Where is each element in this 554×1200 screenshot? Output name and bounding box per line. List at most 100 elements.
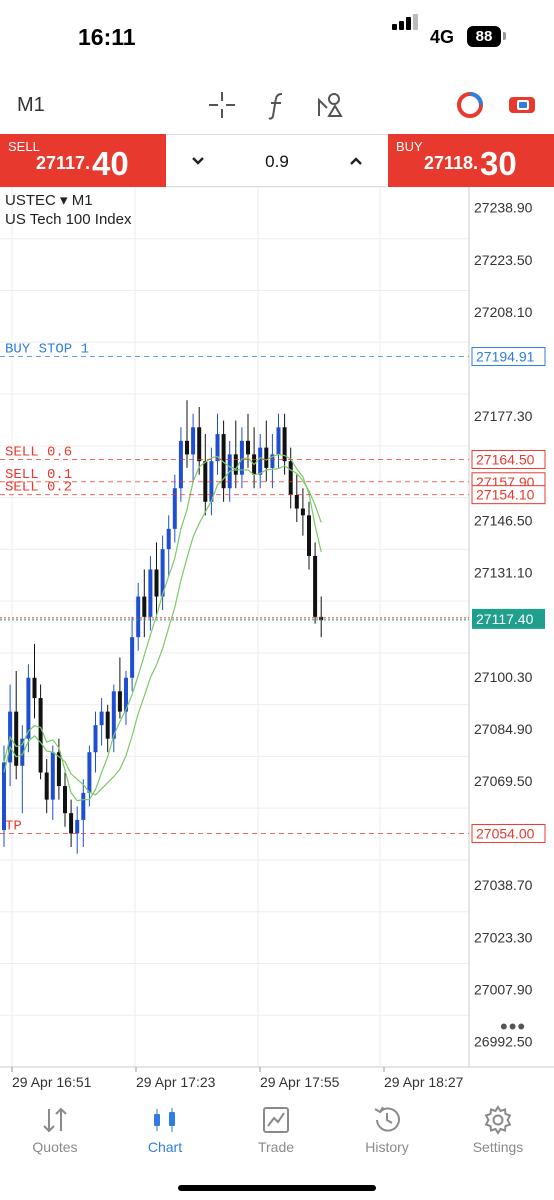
settings-icon	[484, 1105, 512, 1135]
tab-label: Quotes	[32, 1139, 78, 1155]
candle-body	[148, 569, 153, 617]
function-icon[interactable]	[261, 88, 295, 122]
candle-body	[99, 711, 104, 726]
order-price-tag-label: 27054.00	[476, 825, 535, 841]
candle-body	[50, 752, 55, 800]
current-price-label: 27117.40	[476, 611, 534, 627]
tab-history[interactable]: History	[332, 1097, 442, 1167]
sell-price-main: 27117.	[36, 153, 91, 173]
candle-body	[246, 440, 250, 455]
price-axis-label: 27238.90	[474, 200, 533, 216]
candle-body	[154, 569, 159, 597]
tab-label: History	[365, 1139, 409, 1155]
candle-body	[197, 427, 202, 462]
time-axis-label: 29 Apr 16:51	[12, 1074, 92, 1090]
status-bar: 16:11 4G 88	[0, 0, 554, 80]
order-line-label: SELL 0.6	[5, 444, 72, 460]
candle-body	[136, 596, 141, 638]
buy-price-main: 27118.	[424, 153, 479, 173]
more-icon[interactable]: •••	[500, 1014, 526, 1040]
network-type: 4G	[430, 27, 455, 47]
price-axis-label: 27084.90	[474, 721, 533, 737]
order-line-label: TP	[5, 818, 22, 834]
price-axis-label: 27131.10	[474, 565, 533, 581]
buy-price-pips: 30	[480, 145, 517, 182]
volume-selector: 0.9	[166, 134, 388, 187]
trade-icon	[263, 1107, 289, 1133]
price-axis-label: 27208.10	[474, 304, 533, 320]
candle-body	[69, 813, 74, 834]
candle-body	[203, 461, 208, 502]
chart-icon	[154, 1108, 175, 1132]
battery-tip	[503, 32, 506, 40]
order-line-label: SELL 0.2	[5, 480, 72, 496]
moving-average-line	[3, 453, 322, 802]
quotes-icon	[43, 1107, 67, 1133]
price-axis-label: 27069.50	[474, 773, 533, 789]
quick-trade-icon[interactable]	[505, 88, 539, 122]
candle-body	[294, 495, 299, 509]
order-line-label: BUY STOP 1	[5, 342, 89, 358]
symbol-description: US Tech 100 Index	[5, 211, 132, 228]
price-axis-label: 27100.30	[474, 669, 533, 685]
tab-trade[interactable]: Trade	[221, 1097, 331, 1167]
trade-toggle-icon[interactable]	[453, 88, 487, 122]
timeframe-button[interactable]: M1	[17, 94, 45, 117]
buy-label: BUY	[396, 139, 423, 154]
moving-average-line	[3, 465, 322, 796]
price-axis-label: 27146.50	[474, 512, 533, 528]
candle-body	[288, 461, 293, 495]
battery-icon: 88	[467, 26, 501, 47]
candle-body	[300, 508, 305, 516]
volume-increase-button[interactable]	[344, 149, 368, 173]
time-axis-label: 29 Apr 17:23	[136, 1074, 216, 1090]
sell-label: SELL	[8, 139, 40, 154]
candle-body	[63, 786, 67, 814]
price-chart[interactable]: 27238.90 27223.50 27208.10 27177.30 27146.50…	[0, 187, 554, 1095]
crosshair-icon[interactable]	[205, 88, 239, 122]
price-axis-label: 27223.50	[474, 252, 533, 268]
candle-body	[32, 677, 37, 699]
candle-body	[117, 691, 122, 712]
tab-settings[interactable]: Settings	[443, 1097, 553, 1167]
chart-canvas[interactable]: 27238.90 27223.50 27208.10 27177.30 27146.50…	[0, 187, 554, 1095]
one-click-trade-bar: SELL 27117. 40 0.9 BUY 27118. 30	[0, 134, 554, 187]
time-axis-label: 29 Apr 17:55	[260, 1074, 340, 1090]
price-axis-label: 27023.30	[474, 929, 533, 945]
history-icon	[374, 1106, 400, 1132]
order-price-tag-label: 27194.91	[476, 349, 535, 365]
order-price-tag-label: 27164.50	[476, 451, 535, 467]
drawing-tools-icon[interactable]	[314, 88, 348, 122]
order-price-tag-label: 27154.10	[476, 487, 535, 503]
candle-body	[44, 772, 49, 800]
candle-body	[258, 447, 263, 475]
price-axis-label: 27177.30	[474, 408, 533, 424]
candle-body	[14, 711, 19, 766]
candle-body	[81, 792, 86, 820]
candle-body	[38, 698, 43, 773]
status-time: 16:11	[78, 24, 136, 50]
symbol-selector[interactable]: USTEC ▾ M1	[5, 191, 93, 209]
candle-body	[166, 528, 171, 550]
sell-button[interactable]: SELL 27117. 40	[0, 134, 166, 187]
candle-body	[264, 447, 269, 468]
candle-body	[313, 555, 318, 617]
candle-body	[185, 440, 189, 455]
candle-body	[105, 711, 110, 739]
tab-chart[interactable]: Chart	[110, 1097, 220, 1167]
buy-button[interactable]: BUY 27118. 30	[388, 134, 554, 187]
candle-body	[276, 427, 281, 455]
candle-body	[75, 819, 80, 834]
sell-price-pips: 40	[92, 145, 129, 182]
time-axis-label: 29 Apr 18:27	[384, 1074, 464, 1090]
bottom-tab-bar: Quotes Chart Trade History Settings	[0, 1097, 554, 1200]
candle-body	[93, 725, 98, 753]
candle-body	[178, 440, 183, 489]
candle-body	[233, 454, 238, 475]
candle-body	[130, 637, 135, 678]
price-axis-label: 27038.70	[474, 877, 533, 893]
tab-quotes[interactable]: Quotes	[0, 1097, 110, 1167]
home-indicator	[178, 1185, 376, 1191]
candle-body	[191, 427, 196, 455]
tab-label: Settings	[472, 1139, 524, 1155]
